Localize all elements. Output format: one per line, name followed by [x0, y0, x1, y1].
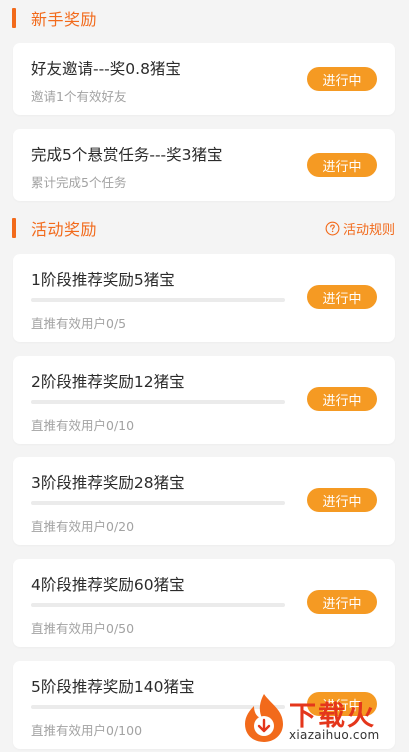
activity-rules-link[interactable]: 活动规则: [325, 219, 395, 238]
flame-logo-icon: [245, 694, 283, 742]
newbie-section-header: 新手奖励: [12, 6, 395, 30]
section-accent-bar: [12, 218, 16, 238]
status-button[interactable]: 进行中: [307, 488, 377, 512]
status-button[interactable]: 进行中: [307, 285, 377, 309]
activity-rules-label: 活动规则: [342, 222, 395, 238]
question-circle-icon: [325, 221, 340, 235]
task-subtitle: 累计完成5个任务: [31, 175, 127, 190]
stage-title: 1阶段推荐奖励5猪宝: [31, 271, 175, 289]
watermark: 下载火 xiazaihuo.com: [241, 692, 401, 748]
status-button[interactable]: 进行中: [307, 387, 377, 411]
stage-subtitle: 直推有效用户0/50: [31, 621, 135, 636]
stage-subtitle: 直推有效用户0/100: [31, 723, 143, 738]
stage-title: 3阶段推荐奖励28猪宝: [31, 474, 185, 492]
watermark-url: xiazaihuo.com: [289, 728, 380, 742]
stage-card-3: 3阶段推荐奖励28猪宝 直推有效用户0/20 进行中: [13, 457, 395, 545]
task-title: 完成5个悬赏任务---奖3猪宝: [31, 146, 223, 164]
task-card-invite-friend: 好友邀请---奖0.8猪宝 邀请1个有效好友 进行中: [13, 43, 395, 115]
activity-section-header: 活动奖励 活动规则: [12, 216, 395, 240]
stage-progress-bar: [31, 501, 285, 505]
stage-progress-bar: [31, 400, 285, 404]
section-title: 新手奖励: [31, 10, 98, 29]
stage-card-2: 2阶段推荐奖励12猪宝 直推有效用户0/10 进行中: [13, 356, 395, 444]
stage-card-1: 1阶段推荐奖励5猪宝 直推有效用户0/5 进行中: [13, 254, 395, 342]
stage-progress-bar: [31, 298, 285, 302]
stage-progress-bar: [31, 603, 285, 607]
stage-title: 2阶段推荐奖励12猪宝: [31, 373, 185, 391]
stage-subtitle: 直推有效用户0/10: [31, 418, 135, 433]
reward-page: 新手奖励 好友邀请---奖0.8猪宝 邀请1个有效好友 进行中 完成5个悬赏任务…: [0, 0, 409, 752]
task-title: 好友邀请---奖0.8猪宝: [31, 60, 181, 78]
status-button[interactable]: 进行中: [307, 590, 377, 614]
task-card-bounty-tasks: 完成5个悬赏任务---奖3猪宝 累计完成5个任务 进行中: [13, 129, 395, 201]
task-subtitle: 邀请1个有效好友: [31, 89, 127, 104]
section-title: 活动奖励: [31, 220, 98, 239]
stage-subtitle: 直推有效用户0/20: [31, 519, 135, 534]
stage-subtitle: 直推有效用户0/5: [31, 316, 127, 331]
stage-card-4: 4阶段推荐奖励60猪宝 直推有效用户0/50 进行中: [13, 559, 395, 647]
section-accent-bar: [12, 8, 16, 28]
status-button[interactable]: 进行中: [307, 67, 377, 91]
status-button[interactable]: 进行中: [307, 153, 377, 177]
stage-title: 5阶段推荐奖励140猪宝: [31, 678, 195, 696]
stage-title: 4阶段推荐奖励60猪宝: [31, 576, 185, 594]
